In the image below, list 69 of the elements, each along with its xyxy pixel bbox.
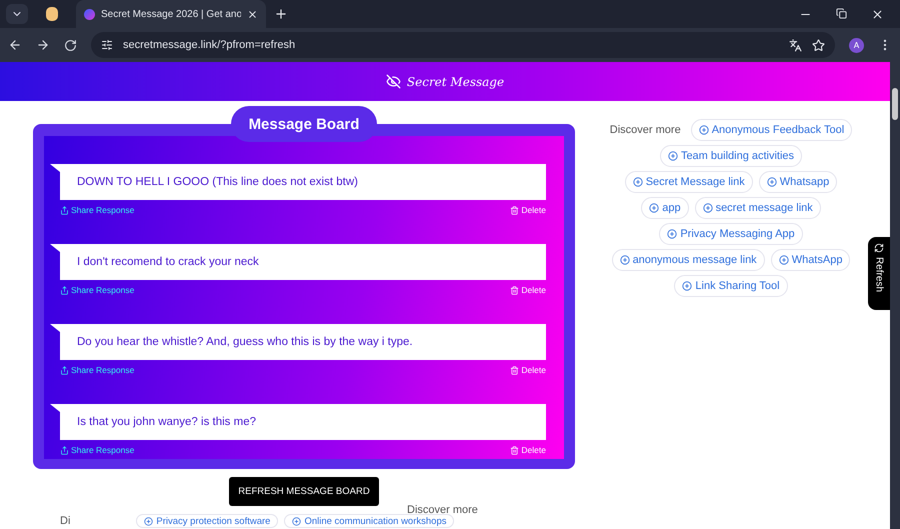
plus-circle-icon — [144, 516, 154, 526]
share-response-link[interactable]: Share Response — [60, 445, 134, 455]
search-chip[interactable]: Team building activities — [660, 145, 802, 167]
message-text: Is that you john wanye? is this me? — [50, 404, 546, 440]
site-icon — [84, 8, 95, 20]
delete-link[interactable]: Delete — [510, 205, 546, 215]
search-chip[interactable]: Link Sharing Tool — [674, 275, 788, 297]
reload-icon[interactable] — [64, 38, 77, 52]
plus-circle-icon — [766, 177, 777, 187]
plus-circle-icon — [620, 255, 630, 265]
delete-link[interactable]: Delete — [510, 285, 546, 295]
search-chip[interactable]: anonymous message link — [612, 249, 765, 271]
search-chip[interactable]: Privacy protection software — [136, 514, 278, 528]
forward-icon[interactable] — [36, 38, 50, 52]
restore-icon[interactable] — [836, 8, 847, 18]
message-text: DOWN TO HELL I GOOO (This line does not exist btw) — [50, 164, 546, 200]
search-chip[interactable]: Online communication workshops — [284, 514, 454, 528]
new-tab-icon[interactable] — [274, 7, 288, 21]
delete-link[interactable]: Delete — [510, 365, 546, 375]
brand-logo-text[interactable]: Secret Message — [406, 74, 504, 88]
address-bar[interactable]: secretmessage.link/?pfrom=refresh — [91, 32, 835, 58]
plus-circle-icon — [632, 177, 643, 187]
trash-icon — [510, 206, 520, 214]
plus-circle-icon — [698, 125, 709, 135]
trash-icon — [510, 286, 520, 294]
search-chip[interactable]: Privacy Messaging App — [659, 223, 803, 245]
scrollbar[interactable] — [890, 62, 900, 529]
refresh-board-button[interactable]: REFRESH MESSAGE BOARD — [229, 477, 379, 506]
tab-list-button[interactable] — [6, 4, 28, 24]
trash-icon — [510, 446, 520, 454]
message-text: Do you hear the whistle? And, guess who this is by the way i type. — [50, 324, 546, 360]
bookmark-star-icon[interactable] — [812, 38, 825, 52]
refresh-icon — [874, 243, 884, 253]
plus-circle-icon — [649, 203, 660, 213]
search-chip[interactable]: Whatsapp — [758, 171, 838, 193]
message-text: I don't recomend to crack your neck — [50, 244, 546, 280]
refresh-side-tab[interactable]: Refresh — [868, 237, 890, 310]
plus-circle-icon — [702, 203, 713, 213]
search-chip[interactable]: app — [641, 197, 689, 219]
search-chip[interactable]: secret message link — [694, 197, 821, 219]
plus-circle-icon — [668, 151, 678, 161]
profile-avatar[interactable]: A — [849, 38, 864, 52]
share-icon — [60, 286, 69, 294]
plus-circle-icon — [667, 229, 678, 239]
share-icon — [60, 206, 69, 214]
discover-label: Discover more — [407, 504, 478, 516]
search-chip[interactable]: Secret Message link — [624, 171, 753, 193]
trash-icon — [510, 366, 520, 374]
plus-circle-icon — [778, 255, 789, 265]
search-chip[interactable]: Anonymous Feedback Tool — [690, 119, 852, 141]
search-chip[interactable]: WhatsApp — [770, 249, 850, 271]
share-icon — [60, 366, 69, 374]
share-response-link[interactable]: Share Response — [60, 365, 134, 375]
discover-label: Discover more — [610, 124, 681, 136]
share-icon — [60, 446, 69, 454]
share-response-link[interactable]: Share Response — [60, 285, 134, 295]
plus-circle-icon — [292, 516, 302, 526]
board-title: Message Board — [230, 106, 378, 142]
close-icon[interactable] — [247, 8, 258, 20]
close-icon[interactable] — [871, 8, 884, 20]
share-response-link[interactable]: Share Response — [60, 205, 134, 215]
delete-link[interactable]: Delete — [510, 445, 546, 455]
translate-icon[interactable] — [789, 38, 802, 52]
site-settings-icon[interactable] — [101, 39, 113, 51]
discover-label: Di — [60, 515, 70, 527]
plus-circle-icon — [682, 281, 692, 291]
pinned-tab-icon[interactable] — [46, 7, 58, 21]
eye-off-icon — [386, 74, 401, 89]
back-icon[interactable] — [8, 38, 22, 52]
